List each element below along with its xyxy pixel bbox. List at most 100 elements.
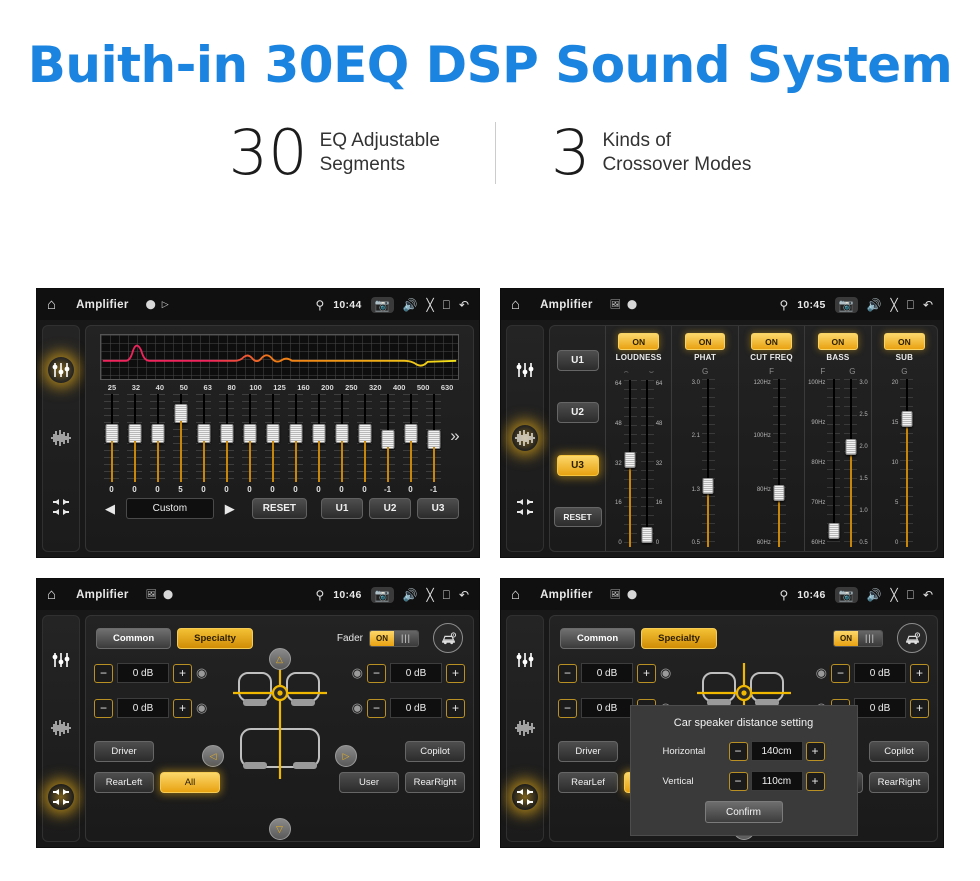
user-preset-u3-button[interactable]: U3 xyxy=(417,498,460,519)
home-icon[interactable]: ⌂ xyxy=(47,297,56,312)
eq-slider[interactable]: 0 xyxy=(123,394,146,494)
volume-icon[interactable]: 🔊 xyxy=(867,589,882,601)
seat-button-all[interactable]: All xyxy=(160,772,220,793)
eq-slider[interactable]: 0 xyxy=(100,394,123,494)
fader-toggle[interactable]: ON ||| xyxy=(832,629,883,647)
minus-button[interactable]: − xyxy=(558,698,577,718)
home-icon[interactable]: ⌂ xyxy=(511,297,520,312)
seat-button-copilot[interactable]: Copilot xyxy=(405,741,465,762)
tab-specialty[interactable]: Specialty xyxy=(641,627,717,649)
seat-button-copilot[interactable]: Copilot xyxy=(869,741,929,762)
back-icon[interactable]: ↶ xyxy=(459,299,469,311)
sub-on-toggle[interactable]: ON xyxy=(883,333,925,350)
close-box-icon[interactable]: ╳ xyxy=(427,589,434,601)
tab-specialty[interactable]: Specialty xyxy=(177,627,253,649)
eq-slider[interactable]: 0 xyxy=(215,394,238,494)
back-icon[interactable]: ↶ xyxy=(923,589,933,601)
plus-button[interactable]: + xyxy=(173,663,192,683)
reset-button[interactable]: RESET xyxy=(251,498,308,519)
screenshot-camera-icon[interactable]: 📷 xyxy=(370,586,394,603)
minus-button[interactable]: − xyxy=(558,663,577,683)
minus-button[interactable]: − xyxy=(728,771,748,791)
rail-waveform-icon[interactable] xyxy=(512,425,538,452)
back-icon[interactable]: ↶ xyxy=(459,589,469,601)
dpad-down-button[interactable]: ▽ xyxy=(268,818,291,840)
seat-button-rearright[interactable]: RearRight xyxy=(869,772,929,793)
eq-slider[interactable]: 5 xyxy=(169,394,192,494)
eq-slider[interactable]: 0 xyxy=(192,394,215,494)
volume-icon[interactable]: 🔊 xyxy=(403,299,418,311)
rail-balance-icon[interactable] xyxy=(512,783,538,810)
rail-eq-sliders-icon[interactable] xyxy=(512,357,538,383)
bass-on-toggle[interactable]: ON xyxy=(817,333,859,350)
sub-gain-slider[interactable]: 20 15 10 5 0 xyxy=(892,379,917,547)
eq-slider[interactable]: 0 xyxy=(353,394,376,494)
tab-common[interactable]: Common xyxy=(560,627,636,649)
loudness-slider-high[interactable]: 64 48 32 16 0 xyxy=(640,380,662,547)
recent-apps-icon[interactable]: ⎕ xyxy=(443,589,450,601)
fader-toggle[interactable]: ON ||| xyxy=(368,629,419,647)
seat-button-rearright[interactable]: RearRight xyxy=(405,772,465,793)
plus-button[interactable]: + xyxy=(173,698,192,718)
car-settings-icon[interactable] xyxy=(897,623,927,653)
eq-slider[interactable]: 0 xyxy=(399,394,422,494)
bass-gain-slider[interactable]: 3.0 2.5 2.0 1.5 1.0 0.5 xyxy=(844,379,868,547)
volume-icon[interactable]: 🔊 xyxy=(403,589,418,601)
user-preset-u1-button[interactable]: U1 xyxy=(321,498,364,519)
seat-button-driver[interactable]: Driver xyxy=(94,741,154,762)
preset-prev-button[interactable]: ◀ xyxy=(100,501,120,517)
rail-waveform-icon[interactable] xyxy=(48,715,74,741)
volume-icon[interactable]: 🔊 xyxy=(867,299,882,311)
seat-button-driver[interactable]: Driver xyxy=(558,741,618,762)
close-box-icon[interactable]: ╳ xyxy=(427,299,434,311)
minus-button[interactable]: − xyxy=(94,663,113,683)
tab-common[interactable]: Common xyxy=(96,627,172,649)
preset-u1-button[interactable]: U1 xyxy=(556,349,599,371)
confirm-button[interactable]: Confirm xyxy=(704,801,783,823)
eq-slider[interactable]: 0 xyxy=(146,394,169,494)
eq-slider[interactable]: -1 xyxy=(376,394,399,494)
screenshot-camera-icon[interactable]: 📷 xyxy=(834,296,858,313)
rail-balance-icon[interactable] xyxy=(48,494,74,520)
phat-gain-slider[interactable]: 3.0 2.1 1.3 0.5 xyxy=(692,379,719,547)
plus-button[interactable]: + xyxy=(637,663,656,683)
recent-apps-icon[interactable]: ⎕ xyxy=(907,299,914,311)
plus-button[interactable]: + xyxy=(446,663,465,683)
seat-button-rearleft[interactable]: RearLef xyxy=(558,772,618,793)
eq-slider[interactable]: 0 xyxy=(261,394,284,494)
screenshot-camera-icon[interactable]: 📷 xyxy=(370,296,394,313)
screenshot-camera-icon[interactable]: 📷 xyxy=(834,586,858,603)
plus-button[interactable]: + xyxy=(446,698,465,718)
preset-next-button[interactable]: ▶ xyxy=(220,501,240,517)
rail-eq-sliders-icon[interactable] xyxy=(48,357,74,384)
car-seat-diagram[interactable] xyxy=(225,659,335,799)
eq-slider[interactable]: -1 xyxy=(422,394,445,494)
preset-u2-button[interactable]: U2 xyxy=(556,402,599,424)
close-box-icon[interactable]: ╳ xyxy=(891,589,898,601)
plus-button[interactable]: + xyxy=(910,663,929,683)
loudness-slider-low[interactable]: 64 48 32 16 0 xyxy=(615,380,637,547)
rail-eq-sliders-icon[interactable] xyxy=(48,647,74,673)
loudness-on-toggle[interactable]: ON xyxy=(618,333,660,350)
preset-u3-button[interactable]: U3 xyxy=(556,454,599,476)
minus-button[interactable]: − xyxy=(367,698,386,718)
recent-apps-icon[interactable]: ⎕ xyxy=(907,589,914,601)
rail-waveform-icon[interactable] xyxy=(512,715,538,741)
eq-slider[interactable]: 0 xyxy=(330,394,353,494)
rail-waveform-icon[interactable] xyxy=(48,425,74,451)
preset-reset-button[interactable]: RESET xyxy=(553,507,602,528)
rail-eq-sliders-icon[interactable] xyxy=(512,647,538,673)
plus-button[interactable]: + xyxy=(910,698,929,718)
recent-apps-icon[interactable]: ⎕ xyxy=(443,299,450,311)
car-settings-icon[interactable] xyxy=(433,623,463,653)
cutfreq-on-toggle[interactable]: ON xyxy=(751,333,792,350)
dpad-up-button[interactable]: △ xyxy=(268,648,291,670)
preset-name-display[interactable]: Custom xyxy=(126,498,214,519)
rail-balance-icon[interactable] xyxy=(48,783,74,810)
minus-button[interactable]: − xyxy=(367,663,386,683)
user-preset-u2-button[interactable]: U2 xyxy=(369,498,412,519)
cutfreq-slider[interactable]: 120Hz 100Hz 80Hz 60Hz xyxy=(754,379,790,547)
plus-button[interactable]: + xyxy=(805,771,825,791)
minus-button[interactable]: − xyxy=(94,698,113,718)
dpad-left-button[interactable]: ◁ xyxy=(202,745,225,767)
